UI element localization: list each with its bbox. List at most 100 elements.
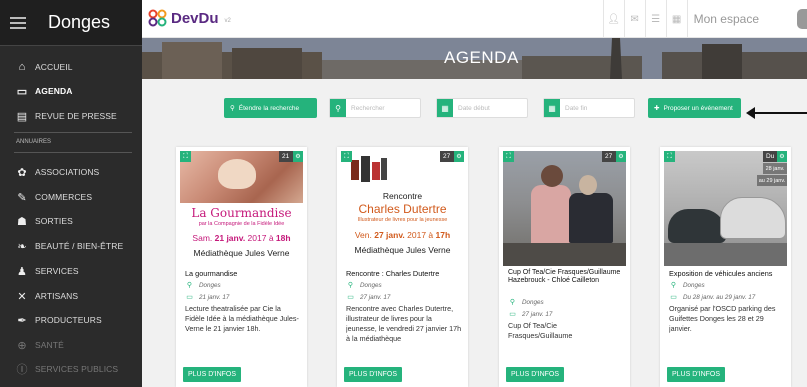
- gear-icon[interactable]: ⚙: [777, 151, 787, 162]
- date-start-input[interactable]: ▦ Date début: [436, 98, 528, 118]
- event-poster: La Gourmandise par la Compagnie de la Fi…: [180, 151, 303, 266]
- sidebar-item-agenda[interactable]: ▭ AGENDA: [0, 81, 142, 101]
- event-description: Lecture theatralisée par Cie la Fidèle I…: [185, 304, 299, 333]
- sidebar-item-sante[interactable]: ⊕ SANTÉ: [0, 335, 142, 355]
- sidebar-item-commerces[interactable]: ✎ COMMERCES: [0, 187, 142, 207]
- banner: AGENDA: [142, 38, 807, 79]
- date-end-input[interactable]: ▦ Date fin: [543, 98, 635, 118]
- date-end-placeholder: Date fin: [565, 104, 588, 112]
- map-pin-icon: ⚲: [670, 282, 677, 289]
- poster-date-part: 18h: [275, 233, 291, 243]
- map-pin-icon: ⚲: [186, 282, 193, 289]
- cart-icon: ✎: [17, 191, 27, 204]
- expand-icon[interactable]: ⛶: [180, 151, 191, 162]
- avatar[interactable]: [797, 9, 807, 29]
- gear-icon[interactable]: ⚙: [454, 151, 464, 162]
- event-card[interactable]: Rencontre Charles Dutertre Illustrateur …: [337, 147, 468, 387]
- sidebar-item-label: ASSOCIATIONS: [35, 167, 100, 177]
- logo[interactable]: DevDu v2: [148, 9, 231, 27]
- expand-icon[interactable]: ⛶: [503, 151, 514, 162]
- sidebar-item-accueil[interactable]: ⌂ ACCUEIL: [0, 57, 142, 77]
- poster-title: La Gourmandise: [191, 206, 292, 220]
- page-title: AGENDA: [444, 48, 519, 67]
- sidebar-item-label: PRODUCTEURS: [35, 315, 102, 325]
- sidebar-item-artisans[interactable]: ✕ ARTISANS: [0, 286, 142, 306]
- date-text: 21 janv. 17: [199, 293, 230, 301]
- sidebar-header: Donges: [0, 0, 142, 46]
- sidebar-item-producteurs[interactable]: ✒ PRODUCTEURS: [0, 310, 142, 330]
- event-date: ▭ 27 janv. 17: [508, 310, 553, 319]
- sidebar: Donges ⌂ ACCUEIL ▭ AGENDA ▤ REVUE DE PRESSE…: [0, 0, 142, 387]
- sidebar-item-associations[interactable]: ✿ ASSOCIATIONS: [0, 162, 142, 182]
- home-icon: ⌂: [18, 61, 26, 73]
- sidebar-item-beaute-bien-etre[interactable]: ❧ BEAUTÉ / BIEN-ÊTRE: [0, 236, 142, 256]
- sidebar-item-label: SERVICES: [35, 266, 79, 276]
- date-badge-text: 27: [605, 153, 613, 160]
- propose-event-button[interactable]: ✚ Proposer un événement: [648, 98, 741, 118]
- more-info-button[interactable]: PLUS D'INFOS: [344, 367, 403, 382]
- poster-location: Médiathèque Jules Verne: [193, 248, 290, 258]
- location-text: Donges: [199, 281, 221, 289]
- event-description: Cup Of Tea/Cie Frasques/Guillaume: [508, 321, 573, 340]
- sidebar-item-sorties[interactable]: ☗ SORTIES: [0, 211, 142, 231]
- poster-subtitle: Illustrateur de livres pour la jeunesse: [357, 217, 448, 223]
- map-pin-icon: ⚲: [347, 282, 354, 289]
- more-info-button[interactable]: PLUS D'INFOS: [183, 367, 242, 382]
- date-badge-text: 27: [443, 153, 451, 160]
- expand-icon[interactable]: ⛶: [341, 151, 352, 162]
- event-location: ⚲ Donges: [508, 298, 544, 307]
- date-badge: 27 ⚙: [440, 151, 464, 162]
- search-icon: ⚲: [330, 99, 346, 117]
- list-icon[interactable]: ☰: [644, 0, 666, 38]
- date-badge-sub: 28 janv.: [763, 163, 787, 174]
- date-text: 27 janv. 17: [522, 310, 553, 318]
- sidebar-item-label: COMMERCES: [35, 192, 93, 202]
- poster-date-part: 2017 à: [245, 233, 276, 243]
- event-title[interactable]: Rencontre : Charles Dutertre: [346, 269, 461, 278]
- sidebar-item-label: REVUE DE PRESSE: [35, 111, 117, 121]
- date-badge: 27 ⚙: [602, 151, 626, 162]
- cog-icon: ✿: [17, 166, 27, 179]
- sidebar-item-services-publics[interactable]: ⓘ SERVICES PUBLICS: [0, 359, 142, 379]
- poster-date-part: Ven.: [354, 230, 375, 240]
- calendar-icon: ▦: [437, 99, 453, 117]
- sidebar-item-services[interactable]: ♟ SERVICES: [0, 261, 142, 281]
- sidebar-item-label: AGENDA: [35, 86, 73, 96]
- button-label: Proposer un événement: [663, 104, 733, 112]
- calendar-icon[interactable]: ▦: [665, 0, 687, 38]
- poster-date-part: 2017 à: [404, 230, 436, 240]
- gear-icon[interactable]: ⚙: [293, 151, 303, 162]
- gear-icon[interactable]: ⚙: [616, 151, 626, 162]
- expand-icon[interactable]: ⛶: [664, 151, 675, 162]
- sidebar-divider: [14, 132, 132, 133]
- mail-icon[interactable]: ✉: [623, 0, 645, 38]
- event-title[interactable]: Exposition de véhicules anciens: [669, 269, 784, 278]
- event-card[interactable]: La Gourmandise par la Compagnie de la Fi…: [176, 147, 307, 387]
- menu-icon[interactable]: [10, 16, 26, 29]
- pen-icon: ✒: [17, 314, 27, 327]
- date-text: Du 28 janv. au 29 janv. 17: [683, 293, 756, 301]
- event-card[interactable]: ⛶ Du ⚙ 28 janv. au 29 janv. Exposition de…: [660, 147, 791, 387]
- more-info-button[interactable]: PLUS D'INFOS: [667, 367, 726, 382]
- info-icon: ⓘ: [16, 364, 28, 376]
- my-space-link[interactable]: Mon espace: [686, 0, 765, 38]
- event-description: Rencontre avec Charles Dutertre, illustr…: [346, 304, 462, 343]
- search-input[interactable]: ⚲ Rechercher: [329, 98, 421, 118]
- top-icons: 👤︎ ✉ ☰ ▦ Mon espace: [602, 0, 765, 38]
- more-info-button[interactable]: PLUS D'INFOS: [506, 367, 565, 382]
- poster-illustration: [351, 156, 387, 182]
- event-date: ▭ 21 janv. 17: [185, 293, 230, 302]
- poster-kicker: Rencontre: [382, 191, 423, 201]
- event-card[interactable]: ⛶ 27 ⚙ Cup Of Tea/Cie Frasques/Guillaume …: [499, 147, 630, 387]
- extend-search-button[interactable]: ⚲ Étendre la recherche: [224, 98, 317, 118]
- event-title[interactable]: La gourmandise: [185, 269, 300, 278]
- logo-mark-icon: [148, 9, 167, 27]
- calendar-icon: ▦: [544, 99, 560, 117]
- sidebar-item-revue-de-presse[interactable]: ▤ REVUE DE PRESSE: [0, 106, 142, 126]
- date-badge: 21 ⚙: [279, 151, 303, 162]
- user-icon[interactable]: 👤︎: [602, 0, 624, 38]
- poster-date-part: 21 janv.: [214, 233, 246, 243]
- tools-icon: ✕: [17, 290, 27, 303]
- calendar-icon: ▭: [670, 294, 677, 301]
- event-title[interactable]: Cup Of Tea/Cie Frasques/Guillaume Hazebr…: [508, 269, 623, 286]
